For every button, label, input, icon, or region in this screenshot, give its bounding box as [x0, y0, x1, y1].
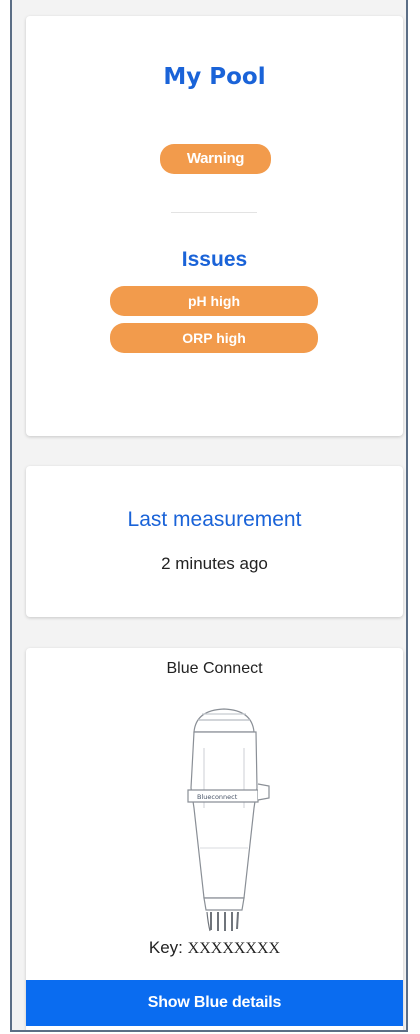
last-measurement-title: Last measurement: [127, 508, 302, 531]
last-measurement-time: 2 minutes ago: [161, 554, 268, 573]
key-value: XXXXXXXX: [187, 940, 281, 957]
key-label: Key:: [148, 938, 183, 957]
device-key: Key: XXXXXXXX: [26, 938, 403, 958]
svg-text:Blueconnect: Blueconnect: [197, 793, 238, 801]
app-frame: My Pool Warning Issues pH high ORP high …: [10, 0, 408, 1032]
issues-title: Issues: [181, 248, 248, 271]
issue-badge-orp: ORP high: [110, 323, 318, 353]
issues-list: pH high ORP high: [26, 286, 403, 360]
last-measurement-card: Last measurement 2 minutes ago: [26, 466, 403, 617]
divider: [171, 212, 257, 213]
pool-status-card: My Pool Warning Issues pH high ORP high: [26, 16, 403, 436]
status-badge: Warning: [160, 144, 271, 174]
blue-connect-device-image: Blueconnect: [187, 708, 270, 932]
device-card: Blue Connect Blueconnect Key: XXXXXXXX S…: [26, 648, 403, 1030]
pool-title: My Pool: [163, 64, 266, 90]
device-title: Blue Connect: [166, 660, 263, 677]
show-blue-details-button[interactable]: Show Blue details: [26, 980, 403, 1026]
issue-badge-ph: pH high: [110, 286, 318, 316]
